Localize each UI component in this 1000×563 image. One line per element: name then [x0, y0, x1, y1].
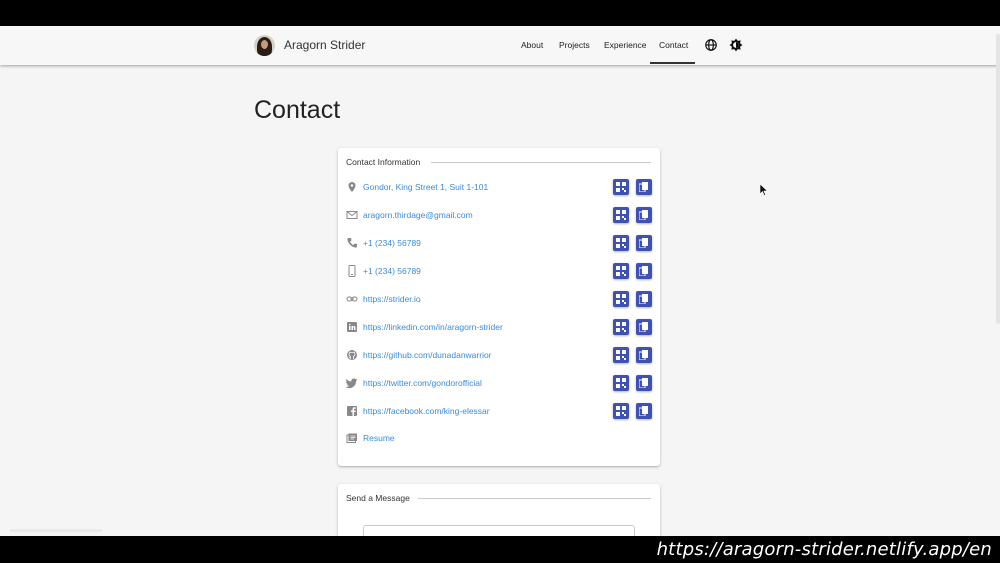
qr-code-button[interactable]: [613, 235, 629, 251]
card-header: Contact Information: [346, 157, 421, 167]
contact-row-address: Gondor, King Street 1, Suit 1-101: [346, 178, 652, 198]
divider: [418, 498, 651, 499]
qr-code-icon: [616, 266, 626, 276]
copy-icon: [639, 406, 648, 416]
twitter-link[interactable]: https://twitter.com/gondorofficial: [363, 378, 482, 388]
qr-code-button[interactable]: [613, 403, 629, 419]
mobile-link[interactable]: +1 (234) 56789: [363, 266, 421, 276]
browser-viewport: Aragorn Strider About Projects Experienc…: [0, 26, 1000, 536]
copy-button[interactable]: [636, 179, 652, 195]
nav-projects[interactable]: Projects: [559, 40, 590, 50]
contact-row-github: https://github.com/dunadanwarrior: [346, 346, 652, 366]
divider: [431, 162, 651, 163]
github-link[interactable]: https://github.com/dunadanwarrior: [363, 350, 492, 360]
contact-row-mobile: +1 (234) 56789: [346, 262, 652, 282]
github-icon: [347, 350, 357, 360]
qr-code-button[interactable]: [613, 291, 629, 307]
linkedin-link[interactable]: https://linkedin.com/in/aragorn-strider: [363, 322, 503, 332]
contact-row-linkedin: https://linkedin.com/in/aragorn-strider: [346, 318, 652, 338]
video-top-letterbox: [0, 0, 1000, 26]
website-link[interactable]: https://strider.io: [363, 294, 421, 304]
contact-row-email: aragorn.thirdage@gmail.com: [346, 206, 652, 226]
qr-code-icon: [616, 210, 626, 220]
qr-code-icon: [616, 294, 626, 304]
qr-code-icon: [616, 378, 626, 388]
contact-row-phone: +1 (234) 56789: [346, 234, 652, 254]
link-icon: [346, 296, 358, 302]
top-navbar: Aragorn Strider About Projects Experienc…: [0, 26, 1000, 65]
resume-icon: [346, 433, 357, 443]
copy-icon: [639, 238, 648, 248]
contact-row-facebook: https://facebook.com/king-elessar: [346, 402, 652, 422]
brand-name[interactable]: Aragorn Strider: [284, 38, 365, 52]
message-input[interactable]: [363, 525, 635, 536]
copy-icon: [639, 266, 648, 276]
qr-code-icon: [616, 322, 626, 332]
qr-code-button[interactable]: [613, 375, 629, 391]
nav-contact[interactable]: Contact: [659, 40, 688, 50]
qr-code-button[interactable]: [613, 347, 629, 363]
mobile-icon: [348, 265, 356, 277]
copy-button[interactable]: [636, 291, 652, 307]
linkedin-icon: [347, 322, 357, 332]
phone-link[interactable]: +1 (234) 56789: [363, 238, 421, 248]
copy-button[interactable]: [636, 347, 652, 363]
globe-icon[interactable]: [704, 38, 718, 52]
copy-icon: [639, 294, 648, 304]
copy-button[interactable]: [636, 263, 652, 279]
qr-code-button[interactable]: [613, 207, 629, 223]
nav-active-indicator: [650, 62, 695, 64]
email-link[interactable]: aragorn.thirdage@gmail.com: [363, 210, 473, 220]
mouse-cursor-icon: [760, 184, 768, 196]
contact-information-card: Contact Information Gondor, King Street …: [338, 148, 660, 466]
copy-icon: [639, 378, 648, 388]
contact-row-website: https://strider.io: [346, 290, 652, 310]
copy-icon: [639, 350, 648, 360]
address-link[interactable]: Gondor, King Street 1, Suit 1-101: [363, 182, 488, 192]
qr-code-button[interactable]: [613, 179, 629, 195]
send-message-card: Send a Message: [338, 484, 660, 536]
copy-button[interactable]: [636, 207, 652, 223]
qr-code-icon: [616, 182, 626, 192]
decorative-shadow: [10, 529, 102, 532]
qr-code-button[interactable]: [613, 263, 629, 279]
theme-toggle-icon[interactable]: [729, 38, 743, 52]
copy-button[interactable]: [636, 375, 652, 391]
twitter-icon: [346, 378, 358, 389]
copy-icon: [639, 182, 648, 192]
copy-icon: [639, 322, 648, 332]
location-icon: [348, 182, 356, 192]
video-bottom-letterbox: https://aragorn-strider.netlify.app/en: [0, 536, 1000, 563]
contact-row-twitter: https://twitter.com/gondorofficial: [346, 374, 652, 394]
card-header: Send a Message: [346, 493, 410, 503]
qr-code-icon: [616, 350, 626, 360]
contact-row-resume: Resume: [346, 429, 652, 449]
facebook-icon: [347, 406, 357, 416]
resume-link[interactable]: Resume: [363, 433, 395, 443]
url-caption: https://aragorn-strider.netlify.app/en: [656, 539, 992, 560]
copy-icon: [639, 210, 648, 220]
nav-experience[interactable]: Experience: [604, 40, 647, 50]
email-icon: [346, 211, 358, 219]
copy-button[interactable]: [636, 319, 652, 335]
page-title: Contact: [254, 96, 341, 124]
phone-icon: [347, 238, 357, 248]
copy-button[interactable]: [636, 235, 652, 251]
nav-about[interactable]: About: [521, 40, 543, 50]
scrollbar[interactable]: [996, 34, 1000, 324]
qr-code-button[interactable]: [613, 319, 629, 335]
qr-code-icon: [616, 238, 626, 248]
avatar[interactable]: [254, 35, 275, 56]
qr-code-icon: [616, 406, 626, 416]
facebook-link[interactable]: https://facebook.com/king-elessar: [363, 406, 490, 416]
copy-button[interactable]: [636, 403, 652, 419]
